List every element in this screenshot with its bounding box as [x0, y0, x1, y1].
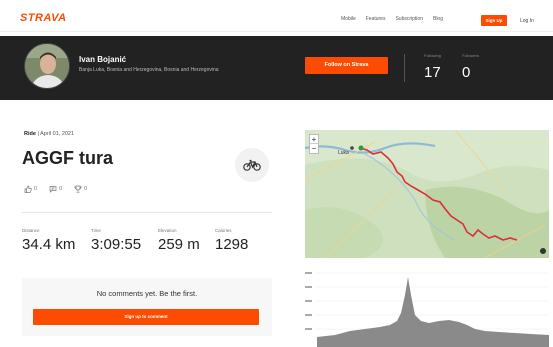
section-divider — [22, 212, 272, 213]
comments-count: 0 — [59, 186, 63, 192]
distance-label: Distance — [22, 228, 40, 233]
nav-link-features[interactable]: Features — [366, 16, 386, 22]
map-zoom-controls: + − — [309, 134, 319, 154]
top-navigation: STRAVA Mobile Features Subscription Blog… — [0, 0, 553, 32]
social-actions: 0 0 0 — [24, 185, 87, 193]
signup-to-comment-button[interactable]: Sign up to comment — [33, 309, 259, 325]
follow-button[interactable]: Follow on Strava — [305, 57, 388, 74]
time-stat: Time 3:09:55 — [91, 228, 141, 253]
no-comments-text: No comments yet. Be the first. — [96, 289, 198, 298]
thumbs-up-icon — [24, 185, 32, 193]
elevation-value: 259 m — [158, 236, 200, 253]
nav-link-mobile[interactable]: Mobile — [341, 16, 356, 22]
bike-icon — [235, 148, 269, 182]
comment-icon — [49, 186, 57, 193]
comments-panel: No comments yet. Be the first. Sign up t… — [22, 278, 272, 336]
zoom-in-button[interactable]: + — [310, 135, 318, 144]
time-label: Time — [91, 228, 101, 233]
kudos-button[interactable]: 0 — [24, 185, 37, 193]
athlete-location: Banja Luka, Bosnia and Herzegovina, Bosn… — [79, 67, 219, 73]
trophy-icon — [74, 185, 82, 193]
athlete-banner: Ivan Bojanić Banja Luka, Bosnia and Herz… — [0, 36, 553, 100]
activity-meta: Ride | April 01, 2021 — [24, 131, 75, 137]
elevation-stat: Elevation 259 m — [158, 228, 200, 253]
nav-links: Mobile Features Subscription Blog — [341, 16, 443, 22]
following-count[interactable]: 17 — [424, 64, 441, 81]
map-place-label: Luka — [338, 150, 349, 156]
following-label: Following — [424, 53, 441, 58]
activity-type: Ride — [24, 131, 36, 137]
route-map[interactable]: Luka + − — [305, 130, 549, 258]
time-value: 3:09:55 — [91, 236, 142, 253]
calories-stat: Calories 1298 — [215, 228, 248, 253]
strava-logo[interactable]: STRAVA — [20, 12, 67, 24]
distance-stat: Distance 34.4 km — [22, 228, 75, 253]
calories-value: 1298 — [215, 236, 249, 253]
followers-count[interactable]: 0 — [462, 64, 470, 81]
activity-date: April 01, 2021 — [40, 131, 75, 137]
banner-divider — [404, 54, 405, 82]
kudos-count: 0 — [34, 186, 38, 192]
achievements-button[interactable]: 0 — [74, 185, 87, 193]
login-link[interactable]: Log In — [520, 18, 534, 24]
calories-label: Calories — [215, 228, 232, 233]
avatar[interactable] — [24, 43, 70, 89]
trophies-count: 0 — [84, 186, 88, 192]
signup-button[interactable]: Sign Up — [481, 15, 507, 26]
nav-link-subscription[interactable]: Subscription — [395, 16, 423, 22]
comments-button[interactable]: 0 — [49, 185, 62, 193]
nav-link-blog[interactable]: Blog — [433, 16, 443, 22]
distance-value: 34.4 km — [22, 236, 76, 253]
activity-title: AGGF tura — [22, 148, 114, 168]
athlete-name[interactable]: Ivan Bojanić — [79, 55, 126, 64]
elevation-chart[interactable] — [305, 265, 549, 347]
zoom-out-button[interactable]: − — [310, 144, 318, 153]
followers-label: Followers — [462, 53, 480, 58]
elevation-label: Elevation — [158, 228, 177, 233]
